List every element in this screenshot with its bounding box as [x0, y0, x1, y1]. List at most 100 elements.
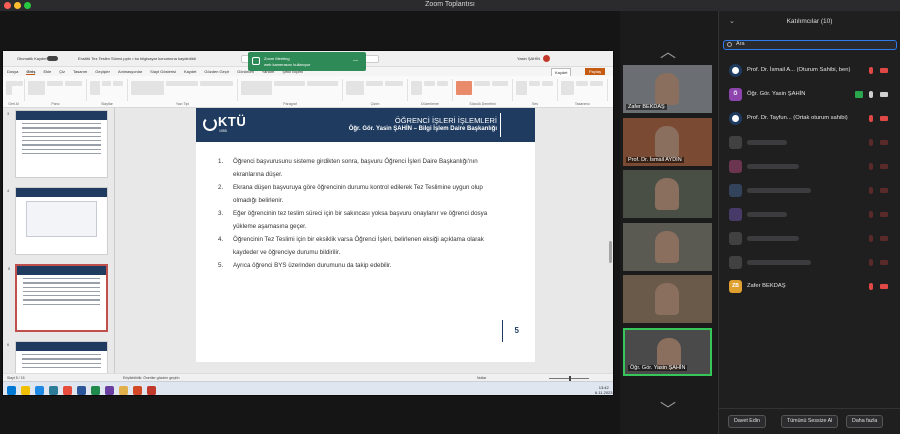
app-icon[interactable] — [63, 386, 72, 395]
ribbon-tab[interactable]: Tasarım — [73, 69, 87, 74]
microphone-icon[interactable] — [869, 283, 873, 290]
ribbon-tab[interactable]: Çiz — [59, 69, 65, 74]
ribbon-command[interactable] — [385, 81, 403, 86]
ribbon-command[interactable] — [365, 81, 384, 86]
ribbon-command[interactable] — [474, 81, 490, 86]
ribbon-tab[interactable]: Slayt Gösterisi — [150, 69, 176, 74]
ribbon-command[interactable] — [241, 81, 272, 95]
ribbon-tab[interactable]: Ekle — [43, 69, 51, 74]
ribbon-tab[interactable]: Giriş — [26, 69, 36, 75]
ribbon-command[interactable] — [165, 81, 199, 86]
microphone-icon[interactable] — [869, 67, 873, 74]
camera-icon[interactable] — [880, 164, 888, 169]
camera-icon[interactable] — [880, 116, 888, 121]
taskbar-clock[interactable]: 13:42 6.11.2023 — [595, 385, 613, 395]
ribbon-command[interactable] — [90, 81, 100, 95]
ribbon-command[interactable] — [101, 81, 112, 86]
ribbon-command[interactable] — [113, 81, 123, 86]
participants-search-input[interactable]: Ara — [723, 40, 897, 50]
participant-row[interactable] — [729, 208, 897, 222]
accessibility-status[interactable]: Erişilebilirlik: Öneriler gözden geçirin — [123, 376, 179, 380]
mute-all-button[interactable]: Tümünü Sessize Al — [781, 415, 839, 428]
powerpoint-icon[interactable] — [133, 386, 142, 395]
microphone-icon[interactable] — [869, 211, 873, 218]
video-tile[interactable] — [623, 170, 712, 218]
start-icon[interactable] — [7, 386, 16, 395]
ribbon-command[interactable] — [529, 81, 540, 86]
ribbon-tab[interactable]: Kaydet — [184, 69, 196, 74]
ribbon-tab[interactable]: Dosya — [7, 69, 18, 74]
camera-icon[interactable] — [880, 260, 888, 265]
ribbon-command[interactable] — [16, 81, 23, 86]
ribbon-command[interactable] — [590, 81, 603, 86]
ppt-share-button[interactable]: Paylaş — [585, 68, 606, 75]
ribbon-command[interactable] — [542, 81, 553, 86]
microphone-icon[interactable] — [869, 235, 873, 242]
microphone-icon[interactable] — [869, 259, 873, 266]
more-button[interactable]: Daha fazla — [846, 415, 884, 428]
microphone-icon[interactable] — [869, 91, 873, 98]
ribbon-command[interactable] — [437, 81, 448, 86]
ribbon-command[interactable] — [516, 81, 527, 95]
ribbon-command[interactable] — [492, 81, 508, 86]
microphone-icon[interactable] — [869, 187, 873, 194]
current-slide[interactable]: KTÜ 1955 ÖĞRENCİ İŞLERİ İŞLEMLERİ Öğr. G… — [196, 108, 535, 362]
video-tile[interactable] — [623, 275, 712, 323]
webcam-notification[interactable]: Zoom Meeting web kamerasını kullanıyor — — [248, 52, 366, 71]
ribbon-command[interactable] — [561, 81, 574, 95]
ribbon-command[interactable] — [307, 81, 338, 86]
video-tile[interactable]: Prof. Dr. İsmail AYDIN — [623, 117, 712, 166]
ribbon-tab[interactable]: Geçişler — [95, 69, 110, 74]
video-tile[interactable]: Zafer BEKDAŞ — [623, 65, 712, 113]
ribbon-command[interactable] — [200, 81, 233, 86]
word-icon[interactable] — [77, 386, 86, 395]
ribbon-command[interactable] — [456, 81, 472, 95]
ribbon-command[interactable] — [46, 81, 64, 86]
camera-icon[interactable] — [880, 140, 888, 145]
browser-icon[interactable] — [35, 386, 44, 395]
app-icon[interactable] — [147, 386, 156, 395]
ribbon-command[interactable] — [65, 81, 82, 86]
participant-row[interactable]: Prof. Dr. İsmail A... (Oturum Sahibi, be… — [729, 64, 897, 78]
video-tile[interactable] — [623, 222, 712, 271]
visual-studio-icon[interactable] — [105, 386, 114, 395]
ribbon-command[interactable] — [28, 81, 45, 95]
microphone-icon[interactable] — [869, 163, 873, 170]
file-explorer-icon[interactable] — [21, 386, 30, 395]
invite-button[interactable]: Davet Edin — [728, 415, 766, 428]
chevron-down-icon[interactable]: ﹀ — [660, 396, 676, 420]
participant-row[interactable] — [729, 256, 897, 270]
ribbon-tab[interactable]: Animasyonlar — [118, 69, 142, 74]
ribbon-command[interactable] — [131, 81, 164, 95]
ribbon-tab[interactable]: Gözden Geçir — [204, 69, 229, 74]
slide-thumbnail[interactable]: 4 — [7, 187, 108, 255]
autosave-toggle[interactable] — [47, 56, 58, 61]
ribbon-command[interactable] — [411, 81, 422, 95]
participant-row[interactable] — [729, 184, 897, 198]
camera-icon[interactable] — [880, 284, 888, 289]
camera-icon[interactable] — [880, 188, 888, 193]
excel-icon[interactable] — [91, 386, 100, 395]
participant-row[interactable] — [729, 136, 897, 150]
camera-icon[interactable] — [880, 236, 888, 241]
slide-thumbnail-selected[interactable]: 5 — [8, 264, 108, 332]
camera-icon[interactable] — [880, 92, 888, 97]
notes-button[interactable]: Notlar — [477, 376, 486, 380]
ribbon-command[interactable] — [424, 81, 435, 86]
ribbon-command[interactable] — [274, 81, 305, 86]
app-icon[interactable] — [49, 386, 58, 395]
participant-row[interactable]: ZB Zafer BEKDAŞ — [729, 280, 897, 294]
microphone-icon[interactable] — [869, 115, 873, 122]
slide-scrollbar[interactable] — [609, 241, 612, 263]
participant-row[interactable]: Ö Öğr. Gör. Yasin ŞAHİN — [729, 88, 897, 102]
participant-row[interactable]: Prof. Dr. Tayfun... (Ortak oturum sahibi… — [729, 112, 897, 126]
video-tile[interactable]: Öğr. Gör. Yasin ŞAHİN — [623, 327, 712, 376]
close-icon[interactable]: — — [353, 58, 358, 64]
participant-row[interactable] — [729, 232, 897, 246]
microphone-icon[interactable] — [869, 139, 873, 146]
slide-thumbnail[interactable]: 3 — [7, 110, 108, 178]
camera-icon[interactable] — [880, 68, 888, 73]
app-icon[interactable] — [119, 386, 128, 395]
ribbon-command[interactable] — [575, 81, 589, 86]
ribbon-command[interactable] — [346, 81, 364, 95]
